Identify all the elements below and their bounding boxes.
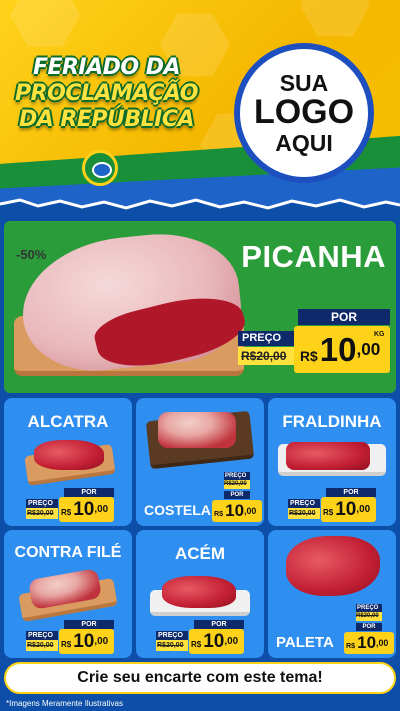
alcatra-image <box>34 440 104 470</box>
price-integer: 10 <box>335 499 357 520</box>
new-price: R$10,00 <box>344 632 394 654</box>
product-name: CONTRA FILÉ <box>14 544 122 561</box>
price-tag: POR PREÇO R$20,00 R$ 10,00 <box>288 488 376 522</box>
product-name: PALETA <box>276 634 334 651</box>
por-label: POR <box>356 623 382 631</box>
product-card-paleta[interactable]: PALETA PREÇO R$20,00 POR R$ 10,00 <box>268 530 396 658</box>
price-tag: POR PREÇO R$20,00 R$10,00 KG <box>238 309 390 373</box>
currency: R$ <box>346 642 356 650</box>
product-name: FRALDINHA <box>282 412 382 431</box>
logo-text-2: LOGO <box>253 93 355 132</box>
currency: R$ <box>61 640 72 649</box>
hexagon-decoration <box>10 0 80 47</box>
currency: R$ <box>191 640 202 649</box>
preco-label: PREÇO <box>356 604 382 612</box>
discount-badge: -50% <box>16 247 47 262</box>
currency: R$ <box>300 348 318 364</box>
preco-label: PREÇO <box>238 331 294 346</box>
brazil-seal-icon <box>82 150 118 186</box>
por-label: POR <box>194 620 244 629</box>
preco-label: PREÇO <box>156 631 188 640</box>
price-integer: 10 <box>73 631 95 652</box>
preco-label: PREÇO <box>224 472 250 480</box>
price-cents: ,00 <box>94 504 109 515</box>
title-line-1: FERIADO DA <box>32 55 181 80</box>
product-name: PICANHA <box>241 239 386 274</box>
fraldinha-image <box>286 442 370 470</box>
hero-product-card[interactable]: -50% PICANHA POR PREÇO R$20,00 R$10,00 K… <box>4 221 396 393</box>
logo-text-1: SUA <box>279 70 329 97</box>
new-price: R$10,00 <box>189 629 244 654</box>
price-cents: ,00 <box>244 506 257 516</box>
price-tag: PREÇO R$20,00 POR R$ 10,00 <box>344 604 396 656</box>
por-label: POR <box>64 620 114 629</box>
price-cents: ,00 <box>356 504 371 515</box>
product-card-alcatra[interactable]: ALCATRA POR PREÇO R$20,00 R$ 10,00 <box>4 398 132 526</box>
preco-label: PREÇO <box>288 499 320 508</box>
product-card-fraldinha[interactable]: FRALDINHA POR PREÇO R$20,00 R$ 10,00 <box>268 398 396 526</box>
price-tag: POR PREÇO R$20,00 R$ 10,00 <box>156 620 244 654</box>
new-price: R$10,00 <box>59 629 114 654</box>
currency: R$ <box>214 510 224 518</box>
new-price: R$10,00 <box>59 497 114 522</box>
costela-image <box>158 412 236 448</box>
price-integer: 10 <box>357 633 377 652</box>
product-card-contra-file[interactable]: CONTRA FILÉ POR PREÇO R$20,00 R$ 10,00 <box>4 530 132 658</box>
old-price: R$20,00 <box>288 508 320 519</box>
preco-label: PREÇO <box>26 631 58 640</box>
por-label: POR <box>326 488 376 497</box>
old-price: R$20,00 <box>26 640 58 651</box>
title-line-2: PROCLAMAÇÃO <box>15 81 198 106</box>
product-name: COSTELA <box>144 502 211 518</box>
currency: R$ <box>323 508 334 517</box>
price-cents: ,00 <box>224 636 239 647</box>
product-name: ALCATRA <box>27 412 109 431</box>
hexagon-decoration <box>300 0 370 37</box>
logo-text-3: AQUI <box>275 129 333 156</box>
currency: R$ <box>61 508 72 517</box>
header-banner: FERIADO DA PROCLAMAÇÃO DA REPÚBLICA SUA … <box>0 0 400 215</box>
title-line-3: DA REPÚBLICA <box>18 107 195 132</box>
old-price: R$20,00 <box>224 480 250 489</box>
product-name: ACÉM <box>174 544 226 563</box>
price-integer: 10 <box>319 331 357 368</box>
old-price: R$20,00 <box>26 508 58 519</box>
torn-paper-edge <box>0 198 400 220</box>
product-card-acem[interactable]: ACÉM POR PREÇO R$20,00 R$ 10,00 <box>136 530 264 658</box>
old-price: R$20,00 <box>156 640 188 651</box>
price-cents: ,00 <box>94 636 109 647</box>
disclaimer-text: *Imagens Meramente Ilustrativas <box>6 699 123 708</box>
old-price: R$20,00 <box>356 612 382 621</box>
unit-label: KG <box>374 331 385 338</box>
acem-image <box>162 576 236 608</box>
por-label: POR <box>64 488 114 497</box>
new-price: R$10,00 <box>212 500 262 522</box>
paleta-image <box>286 536 380 596</box>
price-integer: 10 <box>203 631 225 652</box>
price-tag: POR PREÇO R$20,00 R$ 10,00 <box>26 488 114 522</box>
product-card-costela[interactable]: COSTELA PREÇO R$20,00 POR R$ 10,00 <box>136 398 264 526</box>
por-label: POR <box>298 309 390 325</box>
price-tag: POR PREÇO R$20,00 R$ 10,00 <box>26 620 114 654</box>
price-integer: 10 <box>73 499 95 520</box>
logo-placeholder[interactable]: SUA LOGO AQUI <box>234 43 374 183</box>
new-price: R$10,00 <box>321 497 376 522</box>
price-integer: 10 <box>225 501 245 520</box>
price-cents: ,00 <box>376 638 389 648</box>
holiday-title: FERIADO DA PROCLAMAÇÃO DA REPÚBLICA <box>14 55 199 133</box>
price-tag: PREÇO R$20,00 POR R$ 10,00 <box>212 472 264 524</box>
preco-label: PREÇO <box>26 499 58 508</box>
old-price: R$20,00 <box>238 347 294 365</box>
por-label: POR <box>224 491 250 499</box>
price-cents: ,00 <box>356 339 381 359</box>
cta-banner[interactable]: Crie seu encarte com este tema! <box>4 662 396 694</box>
